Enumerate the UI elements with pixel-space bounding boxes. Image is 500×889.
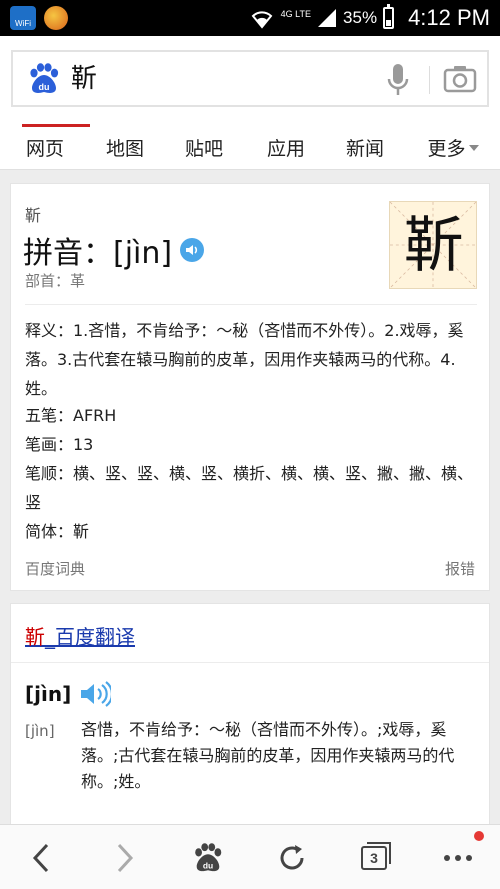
stroke-order: 笔顺：横、竖、竖、横、竖、横折、横、横、竖、撇、撇、横、竖 — [25, 464, 474, 512]
cell-signal-icon — [318, 9, 337, 27]
report-error-link[interactable]: 报错 — [445, 558, 475, 579]
menu-button[interactable] — [440, 840, 476, 876]
translate-pinyin: [jìn] — [25, 681, 112, 707]
notification-app-icon — [44, 6, 68, 30]
battery-icon — [383, 4, 395, 29]
search-header: du 靳 — [0, 36, 500, 124]
chevron-right-icon — [117, 843, 134, 873]
simplified-form: 简体：靳 — [25, 522, 90, 541]
translate-title-link[interactable]: 靳_百度翻译 — [25, 621, 135, 650]
wubi-code: 五笔：AFRH — [25, 406, 117, 425]
baidu-paw-icon: du — [195, 843, 222, 872]
refresh-icon — [280, 845, 304, 870]
search-box[interactable]: du 靳 — [11, 50, 489, 107]
lte-indicator: 4G LTE — [280, 9, 312, 19]
stroke-count: 笔画：13 — [25, 435, 94, 454]
svg-text:du: du — [203, 860, 213, 870]
baidu-paw-logo-icon[interactable]: du — [27, 63, 61, 95]
pinyin-heading: 拼音：[jìn] — [23, 228, 205, 272]
translate-card: 靳_百度翻译 [jìn] [jìn] 吝惜，不肯给予：～秘（吝惜而不外传）。;戏… — [10, 603, 490, 839]
battery-percent: 35% — [343, 8, 378, 27]
tab-apps[interactable]: 应用 — [248, 124, 324, 170]
status-bar: WiFi 4G LTE 35% 4:12 PM — [0, 0, 500, 36]
chevron-down-icon — [468, 145, 479, 151]
radical: 部首：革 — [25, 272, 86, 290]
bottom-nav: du 3 — [0, 824, 500, 889]
search-divider — [429, 66, 430, 94]
tab-news[interactable]: 新闻 — [324, 124, 406, 170]
microphone-icon[interactable] — [387, 62, 409, 98]
definition-text: 释义：1.吝惜，不肯给予：～秘（吝惜而不外传）。2.戏辱，奚落。3.古代套在辕马… — [25, 321, 464, 398]
dictionary-card[interactable]: 靳 拼音：[jìn] 部首：革 靳 释义：1.吝惜，不肯给予：～秘（吝惜而不外传… — [10, 183, 490, 591]
tab-count-icon: 3 — [361, 842, 391, 870]
camera-icon[interactable] — [443, 64, 477, 94]
back-button[interactable] — [24, 840, 58, 876]
speaker-icon[interactable] — [79, 681, 112, 707]
tab-map[interactable]: 地图 — [90, 124, 160, 170]
svg-text:du: du — [39, 82, 50, 92]
wifi-signal-icon — [249, 7, 275, 29]
tab-tieba[interactable]: 贴吧 — [160, 124, 248, 170]
dictionary-char: 靳 — [25, 206, 42, 225]
more-dots-icon — [444, 855, 472, 861]
notification-dot — [474, 831, 484, 841]
character-image[interactable]: 靳 — [389, 201, 477, 289]
divider — [25, 304, 477, 305]
forward-button[interactable] — [108, 840, 142, 876]
refresh-button[interactable] — [274, 840, 310, 876]
translate-definition: 吝惜，不肯给予：～秘（吝惜而不外传）。;戏辱，奚落。;古代套在辕马胸前的皮革，因… — [81, 720, 455, 791]
tab-more[interactable]: 更多 — [406, 124, 500, 170]
source-link[interactable]: 百度词典 — [25, 558, 85, 579]
chevron-left-icon — [32, 843, 49, 873]
pronounce-speaker-icon[interactable] — [180, 238, 205, 262]
translate-pinyin-small: [jìn] — [25, 722, 55, 740]
category-tabs: 网页 地图 贴吧 应用 新闻 更多 — [0, 124, 500, 170]
baidu-home-button[interactable]: du — [190, 840, 226, 876]
search-input[interactable]: 靳 — [71, 62, 97, 96]
tab-webpage[interactable]: 网页 — [0, 124, 90, 170]
divider — [11, 662, 489, 663]
clock: 4:12 PM — [408, 5, 490, 30]
tabs-button[interactable]: 3 — [356, 840, 392, 876]
wifi-app-icon: WiFi — [10, 6, 36, 30]
